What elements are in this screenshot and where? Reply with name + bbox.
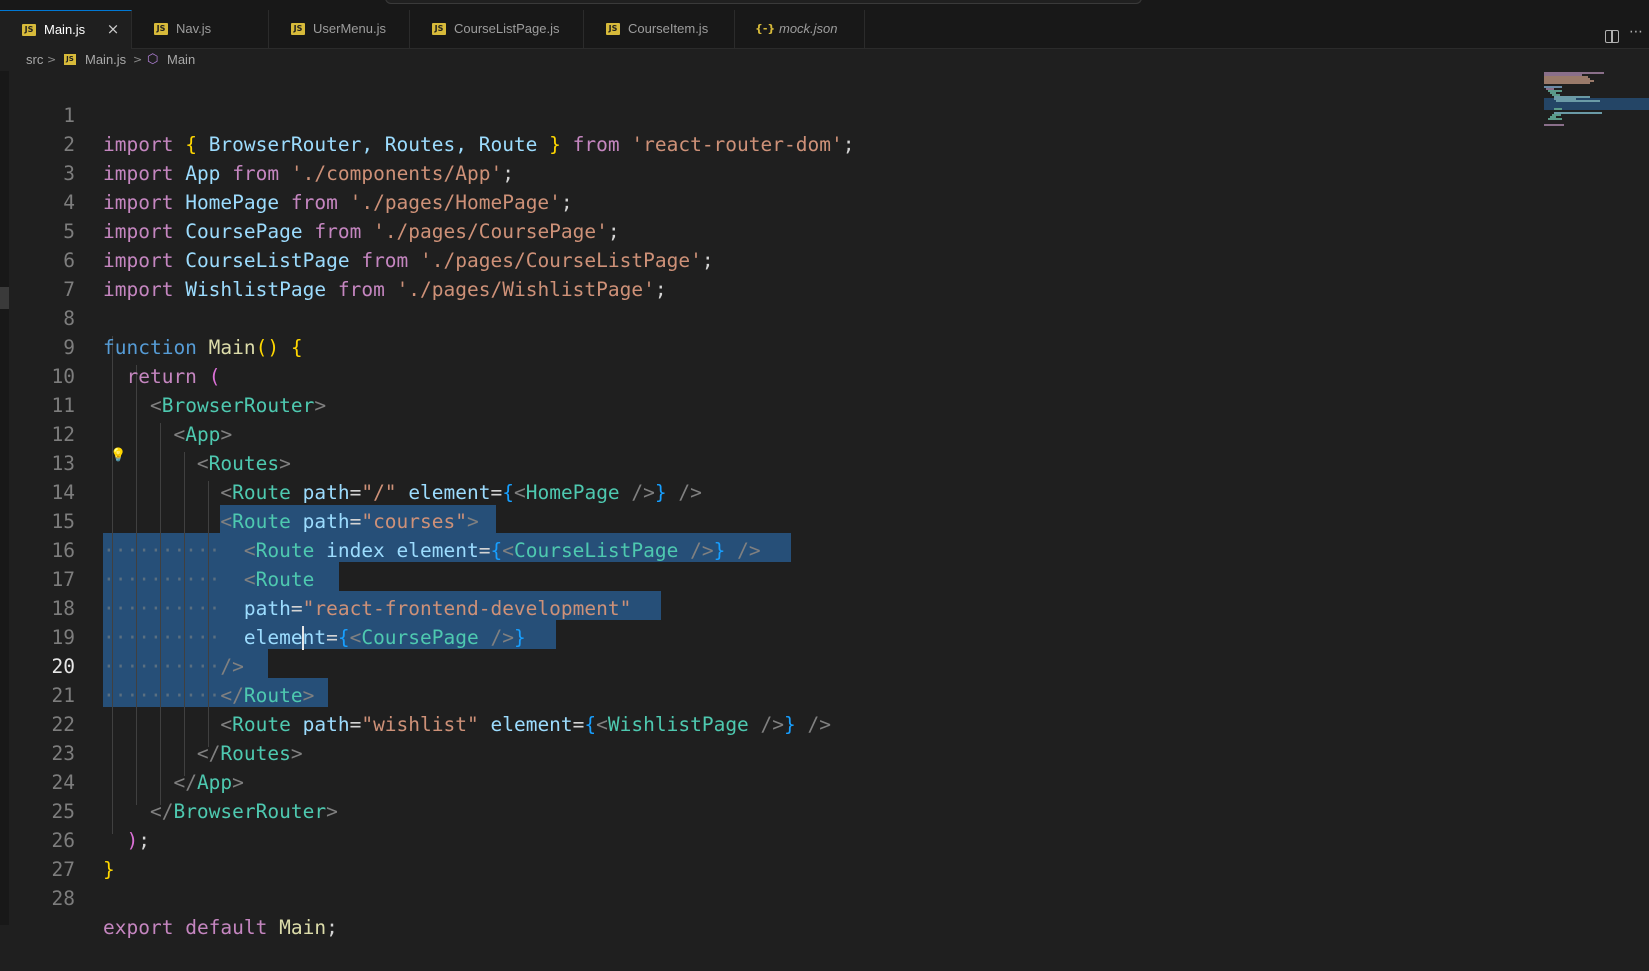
tab-courselistpage-js[interactable]: JS CourseListPage.js: [410, 10, 584, 48]
minimap-line: [1548, 118, 1562, 120]
code-line: 6 import WishlistPage from './pages/Wish…: [9, 217, 1509, 301]
minimap-line: [1554, 112, 1602, 114]
breadcrumb-symbol[interactable]: Main: [167, 52, 195, 67]
code-line: 11 <App>: [9, 362, 1509, 446]
code-line: 12 <Routes>: [9, 391, 1509, 475]
chevron-right-icon: >: [47, 53, 57, 66]
tab-label: CourseListPage.js: [454, 21, 560, 36]
code-line: 17 ·········· path="react-frontend-devel…: [9, 536, 1509, 620]
code-line: 22 </Routes>: [9, 681, 1509, 765]
tab-label: UserMenu.js: [313, 21, 386, 36]
code-line-current: 20 ··········</Route>: [9, 623, 1509, 707]
code-line: 5 import CourseListPage from './pages/Co…: [9, 188, 1509, 272]
tab-usermenu-js[interactable]: JS UserMenu.js: [269, 10, 410, 48]
js-file-icon: JS: [64, 54, 76, 65]
breadcrumb-file[interactable]: Main.js: [85, 52, 126, 67]
code-line: 2 import App from './components/App';: [9, 101, 1509, 185]
code-line: 7: [9, 246, 1509, 301]
code-line: 24 </BrowserRouter>: [9, 739, 1509, 823]
minimap-line: [1544, 82, 1590, 84]
code-line: 16 ·········· <Route: [9, 507, 1509, 591]
code-line: 10 <BrowserRouter>: [9, 333, 1509, 417]
line-number: 28: [51, 887, 75, 910]
minimap[interactable]: [1544, 71, 1649, 925]
more-actions-icon[interactable]: ⋯: [1629, 24, 1643, 40]
code-line: 14 <Route path="courses">: [9, 449, 1509, 533]
text-cursor: [302, 626, 304, 650]
code-line: 26 }: [9, 797, 1509, 881]
tab-label: CourseItem.js: [628, 21, 709, 36]
minimap-line: [1554, 108, 1562, 110]
code-line: 3 import HomePage from './pages/HomePage…: [9, 130, 1509, 214]
chevron-right-icon: >: [133, 53, 143, 66]
code-line: 9 return (: [9, 304, 1509, 388]
code-line: 8 function Main() {: [9, 275, 1509, 359]
code-line: 18 ·········· element={<CoursePage />}: [9, 565, 1509, 649]
js-file-icon: JS: [432, 23, 446, 35]
code-line: 15 ·········· <Route index element={<Cou…: [9, 478, 1509, 562]
tab-label: Nav.js: [176, 21, 212, 36]
gutter-marker: [0, 287, 9, 309]
js-file-icon: JS: [291, 23, 305, 35]
command-center[interactable]: [385, 0, 1142, 4]
json-file-icon: {-}: [755, 22, 776, 35]
minimap-line: [1556, 100, 1600, 102]
js-file-icon: JS: [154, 23, 168, 35]
tab-main-js[interactable]: JS Main.js ×: [0, 10, 132, 49]
code-line: 13 <Route path="/" element={<HomePage />…: [9, 420, 1509, 504]
tab-nav-js[interactable]: JS Nav.js: [132, 10, 269, 48]
close-icon[interactable]: ×: [104, 19, 122, 39]
code-line: 1 import { BrowserRouter, Routes, Route …: [9, 72, 1509, 156]
code-line: 28 export default Main;: [9, 855, 1509, 939]
tab-label: mock.json: [779, 21, 838, 36]
tab-mock-json[interactable]: {-} mock.json: [735, 10, 865, 48]
code-line: 21 <Route path="wishlist" element={<Wish…: [9, 652, 1509, 736]
code-text: export default Main;: [103, 916, 338, 939]
code-line: 25 );: [9, 768, 1509, 852]
code-line: 23 </App>: [9, 710, 1509, 794]
tab-courseitem-js[interactable]: JS CourseItem.js: [584, 10, 735, 48]
js-file-icon: JS: [606, 23, 620, 35]
breadcrumb-folder[interactable]: src: [26, 52, 43, 67]
activity-edge: [0, 71, 9, 925]
split-editor-icon[interactable]: [1605, 30, 1619, 43]
js-file-icon: JS: [22, 24, 36, 36]
code-line: 19 ··········/>: [9, 594, 1509, 678]
code-line: 27: [9, 826, 1509, 881]
minimap-line: [1544, 124, 1564, 126]
code-editor[interactable]: 💡 1 import { BrowserRouter, Routes, Rout…: [9, 71, 1649, 939]
title-bar: [0, 0, 1649, 10]
code-line: 4 import CoursePage from './pages/Course…: [9, 159, 1509, 243]
breadcrumb: src > JS Main.js > ⬡ Main: [0, 49, 1649, 71]
tab-label: Main.js: [44, 22, 86, 37]
symbol-method-icon: ⬡: [147, 52, 159, 67]
editor-tab-bar: JS Main.js × JS Nav.js JS UserMenu.js JS…: [0, 10, 1649, 49]
